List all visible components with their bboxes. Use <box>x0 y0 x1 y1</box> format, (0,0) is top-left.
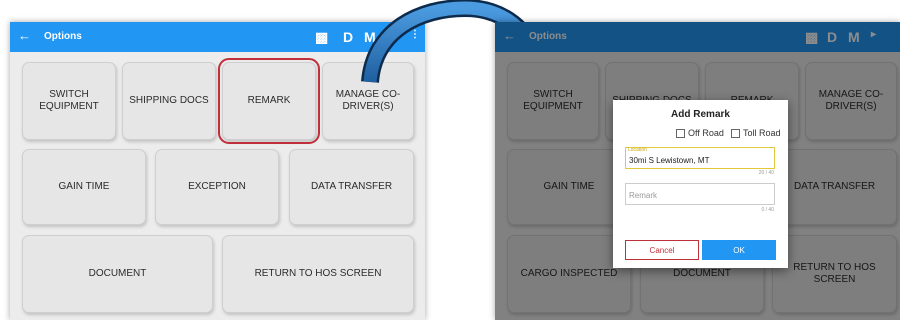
checkbox-icon[interactable] <box>676 128 685 138</box>
ok-button[interactable]: OK <box>702 240 776 260</box>
checkbox-icon[interactable] <box>731 128 740 138</box>
off-road-label: Off Road <box>688 128 724 138</box>
chat-icon[interactable]: ▩ <box>315 29 328 46</box>
document-button[interactable]: DOCUMENT <box>22 235 213 313</box>
shipping-docs-button[interactable]: SHIPPING DOCS <box>122 62 216 140</box>
location-counter: 20 / 40 <box>758 170 774 176</box>
page-title: Options <box>44 31 82 42</box>
return-to-hos-button[interactable]: RETURN TO HOS SCREEN <box>222 235 414 313</box>
add-remark-dialog: Add Remark Off Road Toll Road Location 3… <box>613 100 788 268</box>
data-transfer-button[interactable]: DATA TRANSFER <box>289 149 414 225</box>
cancel-button[interactable]: Cancel <box>625 240 699 260</box>
remark-placeholder: Remark <box>629 191 658 200</box>
off-road-checkbox[interactable]: Off Road <box>676 128 724 138</box>
location-field[interactable]: Location 30mi S Lewistown, MT <box>625 147 775 169</box>
remark-counter: 0 / 40 <box>761 207 774 213</box>
dialog-title: Add Remark <box>671 109 730 120</box>
remark-button[interactable]: REMARK <box>218 58 320 144</box>
switch-equipment-button[interactable]: SWITCH EQUIPMENT <box>22 62 116 140</box>
arrow-left-icon[interactable]: ← <box>18 28 31 43</box>
toll-road-checkbox[interactable]: Toll Road <box>731 128 781 138</box>
toll-road-label: Toll Road <box>743 128 781 138</box>
location-label: Location <box>628 147 647 153</box>
options-screen-after: ← Options ▩ D M ▸ SWITCH EQUIPMENT SHIPP… <box>495 22 900 320</box>
remark-field[interactable]: Remark <box>625 183 775 205</box>
gain-time-button[interactable]: GAIN TIME <box>22 149 146 225</box>
location-value: 30mi S Lewistown, MT <box>629 156 710 165</box>
exception-button[interactable]: EXCEPTION <box>155 149 279 225</box>
